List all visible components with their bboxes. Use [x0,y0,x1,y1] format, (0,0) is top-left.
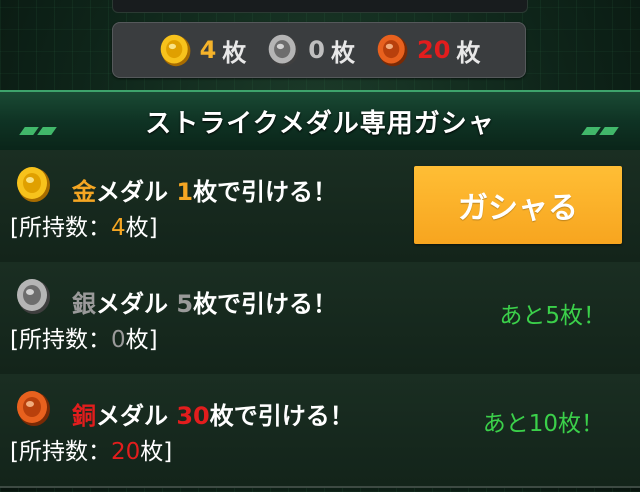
gold-medal-icon [160,34,190,67]
cost-value: 1 [176,178,194,206]
silver-medal-icon [17,279,50,314]
bronze-count-unit: 枚 [456,38,481,67]
header-stripe-left [19,120,58,135]
metal-label: 金 [72,178,96,206]
silver-medal-icon [268,34,299,67]
cost-value: 30 [176,402,210,430]
owned-value: 0 [110,327,126,353]
cost-suffix: 枚で引ける！ [209,402,354,430]
gacha-row-silver: 銀メダル 5枚で引ける！ [所持数：0枚] あと5枚！ [0,262,640,376]
top-panel-edge [112,0,528,13]
gold-medal-icon [17,167,50,202]
owned-prefix: [所持数： [10,215,111,241]
owned-value: 20 [110,439,141,465]
owned-value: 4 [110,215,126,241]
cost-suffix: 枚で引ける！ [193,178,338,206]
bronze-owned-count: [所持数：20枚] [10,432,172,466]
cost-value: 5 [176,290,194,318]
metal-label: 銀 [72,290,96,318]
medal-count-bar: 4 枚 0 枚 20 枚 [112,22,526,78]
owned-suffix: 枚] [125,215,158,241]
silver-count-value: 0 [308,36,325,64]
owned-suffix: 枚] [125,327,158,353]
remaining-medals-text: あと5枚！ [499,303,606,329]
bronze-medal-count: 20 枚 [375,32,480,68]
medal-suffix: メダル [96,402,177,430]
gold-count-value: 4 [199,36,217,64]
gacha-row-gold: 金メダル 1枚で引ける！ [所持数：4枚] ガシャる [0,150,640,264]
metal-label: 銅 [72,402,96,430]
owned-prefix: [所持数： [10,327,111,353]
cost-suffix: 枚で引ける！ [193,290,338,318]
bronze-count-value: 20 [417,36,451,64]
medal-suffix: メダル [96,178,177,206]
silver-row-title: 銀メダル 5枚で引ける！ [72,284,337,319]
section-title: ストライクメダル専用ガシャ [145,108,495,139]
gold-medal-icon-wrap [14,164,54,208]
header-stripe-right [581,120,620,135]
silver-count-unit: 枚 [331,38,355,67]
gold-owned-count: [所持数：4枚] [10,208,158,242]
bronze-medal-icon [17,391,50,426]
gold-medal-count: 4 枚 [158,32,247,68]
gacha-row-bronze: 銅メダル 30枚で引ける！ [所持数：20枚] あと10枚！ [0,374,640,488]
silver-owned-count: [所持数：0枚] [10,320,158,354]
owned-prefix: [所持数： [10,439,111,465]
bronze-medal-icon [377,34,408,67]
section-header: ストライクメダル専用ガシャ [0,90,640,152]
gacha-button[interactable]: ガシャる [414,166,622,244]
silver-medal-count: 0 枚 [266,32,355,68]
owned-suffix: 枚] [140,439,173,465]
medal-suffix: メダル [96,290,177,318]
bronze-row-title: 銅メダル 30枚で引ける！ [72,396,354,431]
remaining-medals-text: あと10枚！ [482,411,604,437]
silver-medal-icon-wrap [14,276,54,320]
gold-count-unit: 枚 [222,38,247,67]
bronze-medal-icon-wrap [14,388,54,432]
gold-row-title: 金メダル 1枚で引ける！ [72,172,337,207]
